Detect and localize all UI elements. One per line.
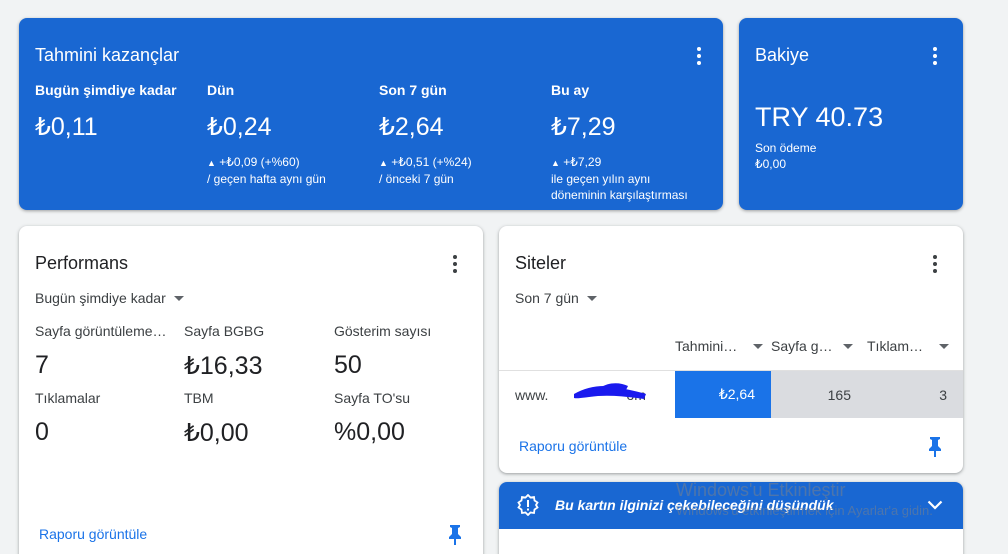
column-header-clicks[interactable]: Tıklama… [867,338,949,354]
balance-more-icon[interactable] [927,45,943,67]
sites-range-dropdown[interactable]: Son 7 gün [515,290,597,306]
metric-label: Bu ay [551,82,590,98]
pin-icon[interactable] [448,525,462,545]
cell-clicks: 3 [867,371,963,418]
stat-label: TBM [184,390,214,406]
cell-pageviews: 165 [771,371,867,418]
metric-delta: ▲ +₺0,09 (+%60) / geçen hafta aynı gün [207,155,326,186]
earnings-title: Tahmini kazançlar [35,45,180,65]
sites-more-icon[interactable] [927,253,943,275]
performance-range-dropdown[interactable]: Bugün şimdiye kadar [35,290,184,306]
column-header-pageviews[interactable]: Sayfa g… [771,338,853,354]
performance-card: Performans Bugün şimdiye kadar Sayfa gör… [19,226,483,554]
performance-title: Performans [35,253,129,273]
metric-this-month: Bu ay ₺7,29 ▲ +₺7,29 ile geçen yılın ayn… [551,82,688,203]
performance-more-icon[interactable] [447,253,463,275]
stat-pageviews: Sayfa görüntüleme… 7 [35,323,175,380]
earnings-card: Tahmini kazançlar Bugün şimdiye kadar ₺0… [19,18,723,210]
pin-icon[interactable] [928,437,942,457]
sites-view-report-link[interactable]: Raporu görüntüle [519,438,627,454]
cell-earnings: ₺2,64 [675,371,771,418]
metric-delta: ▲ +₺0,51 (+%24) / önceki 7 gün [379,155,472,186]
balance-card: Bakiye TRY 40.73 Son ödeme ₺0,00 [739,18,963,210]
metric-today: Bugün şimdiye kadar ₺0,11 [35,82,177,142]
performance-view-report-link[interactable]: Raporu görüntüle [39,526,147,542]
stat-label: Tıklamalar [35,390,101,406]
stat-label: Sayfa BGBG [184,323,265,339]
metric-label: Son 7 gün [379,82,447,98]
metric-value: ₺7,29 [551,113,616,141]
balance-amount: TRY 40.73 [755,102,884,132]
metric-label: Bugün şimdiye kadar [35,82,177,98]
up-arrow-icon: ▲ [551,158,560,168]
earnings-more-icon[interactable] [691,45,707,67]
suggestion-message: Bu kartın ilginizi çekebileceğini düşünd… [555,497,834,513]
metric-delta: ▲ +₺7,29 ile geçen yılın aynı döneminin … [551,155,688,202]
stat-value: ₺0,00 [184,419,249,447]
caret-down-icon [939,343,949,349]
last-payment: Son ödeme ₺0,00 [755,141,817,171]
caret-down-icon [173,295,184,301]
stat-cpc: TBM ₺0,00 [184,390,324,448]
alert-badge-icon [517,494,539,516]
metric-value: ₺0,24 [207,113,272,141]
stat-impressions: Gösterim sayısı 50 [334,323,474,380]
stat-value: %0,00 [334,418,405,446]
stat-value: 50 [334,351,362,379]
stat-label: Sayfa TO'su [334,390,411,406]
sites-title: Siteler [515,253,567,273]
up-arrow-icon: ▲ [207,158,216,168]
stat-value: 0 [35,418,49,446]
sites-card: Siteler Son 7 gün Tahmini… Sayfa g… Tıkl… [499,226,963,473]
caret-down-icon [586,295,597,301]
suggestion-header[interactable]: Bu kartın ilginizi çekebileceğini düşünd… [499,482,963,529]
caret-down-icon [753,343,763,349]
stat-label: Sayfa görüntüleme… [35,323,167,339]
chevron-down-icon[interactable] [927,500,943,510]
stat-value: 7 [35,351,49,379]
site-name: www. om [515,371,673,418]
up-arrow-icon: ▲ [379,158,388,168]
column-header-earnings[interactable]: Tahmini… [675,338,763,354]
stat-page-rpm: Sayfa BGBG ₺16,33 [184,323,324,381]
balance-title: Bakiye [755,45,810,65]
redaction-mark [574,383,646,399]
stat-clicks: Tıklamalar 0 [35,390,175,447]
suggestion-card: Bu kartın ilginizi çekebileceğini düşünd… [499,482,963,554]
stat-value: ₺16,33 [184,352,263,380]
metric-last-7-days: Son 7 gün ₺2,64 ▲ +₺0,51 (+%24) / önceki… [379,82,472,187]
stat-label: Gösterim sayısı [334,323,432,339]
stat-page-ctr: Sayfa TO'su %0,00 [334,390,474,447]
table-row[interactable]: www. om ₺2,64 165 3 [499,370,963,418]
metric-value: ₺2,64 [379,113,444,141]
metric-label: Dün [207,82,235,98]
metric-value: ₺0,11 [35,113,98,141]
metric-yesterday: Dün ₺0,24 ▲ +₺0,09 (+%60) / geçen hafta … [207,82,326,187]
caret-down-icon [843,343,853,349]
